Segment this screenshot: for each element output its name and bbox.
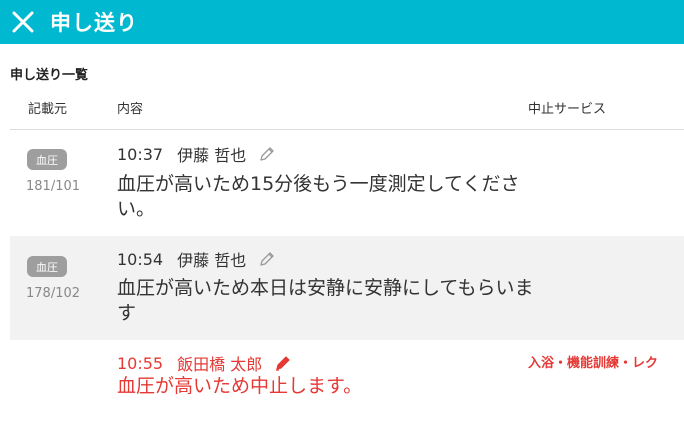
category-badge: 血圧 [27, 256, 67, 277]
edit-button[interactable] [258, 250, 276, 268]
pencil-icon [260, 252, 274, 266]
entry-author: 伊藤 哲也 [177, 146, 247, 165]
handover-row: 血圧 181/101 10:37 伊藤 哲也 血圧が高いため15分後もう一度測定… [10, 130, 684, 233]
column-header-content: 内容 [117, 102, 144, 117]
pencil-icon [276, 356, 290, 371]
entry-message: 血圧が高いため15分後もう一度測定してください。 [117, 173, 520, 220]
page-title: 申し送り [50, 11, 138, 35]
close-button[interactable] [10, 9, 36, 35]
section-title: 申し送り一覧 [10, 68, 89, 83]
entry-author: 伊藤 哲也 [177, 251, 247, 270]
close-icon [12, 11, 34, 33]
entry-message: 血圧が高いため中止します。 [117, 375, 363, 397]
entry-meta: 10:55 飯田橋 太郎 [117, 351, 292, 375]
category-badge: 血圧 [27, 149, 67, 170]
app-header: 申し送り [0, 0, 684, 44]
entry-author: 飯田橋 太郎 [177, 355, 263, 374]
entry-meta: 10:54 伊藤 哲也 [117, 247, 276, 271]
handover-row: 血圧 178/102 10:54 伊藤 哲也 血圧が高いため本日は安静に安静にし… [10, 236, 684, 340]
column-header-source: 記載元 [28, 102, 68, 117]
entry-time: 10:55 [117, 353, 164, 373]
column-header-stopped-services: 中止サービス [528, 102, 607, 117]
edit-button[interactable] [258, 145, 276, 163]
entry-meta: 10:37 伊藤 哲也 [117, 142, 276, 166]
vital-value: 178/102 [26, 286, 81, 301]
stopped-services: 入浴・機能訓練・レク [528, 356, 659, 371]
entry-time: 10:54 [117, 249, 164, 269]
pencil-icon [260, 147, 274, 161]
entry-message: 血圧が高いため本日は安静に安静にしてもらいます [117, 277, 534, 324]
handover-row: 10:55 飯田橋 太郎 入浴・機能訓練・レク 血圧が高いため中止します。 [10, 340, 684, 428]
entry-time: 10:37 [117, 144, 164, 164]
vital-value: 181/101 [26, 179, 81, 194]
edit-button[interactable] [274, 354, 292, 372]
